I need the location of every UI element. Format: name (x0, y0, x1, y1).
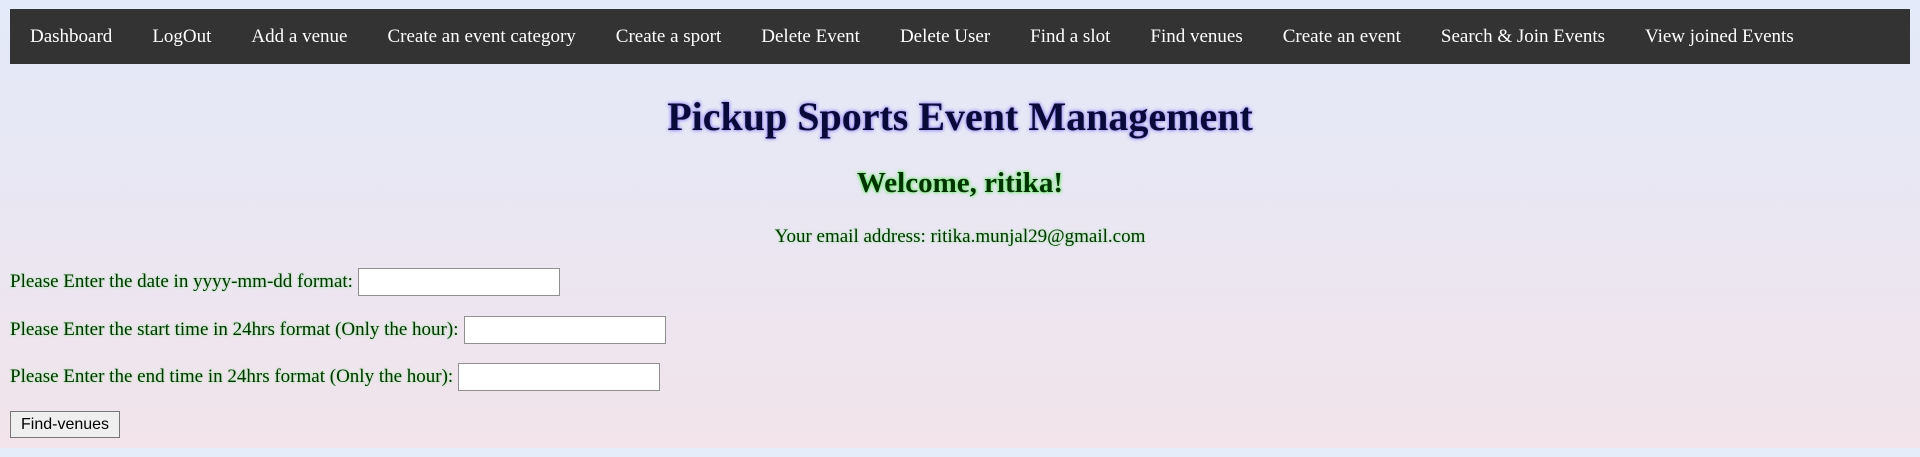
nav-search-join-events-link[interactable]: Search & Join Events (1421, 9, 1625, 64)
nav-create-sport-link[interactable]: Create a sport (596, 9, 742, 64)
date-form-row: Please Enter the date in yyyy-mm-dd form… (10, 268, 560, 296)
end-time-form-row: Please Enter the end time in 24hrs forma… (10, 363, 661, 391)
nav-dashboard-link[interactable]: Dashboard (10, 9, 132, 64)
top-navbar: Dashboard LogOut Add a venue Create an e… (10, 9, 1910, 64)
date-input[interactable] (357, 268, 560, 296)
nav-create-event-link[interactable]: Create an event (1263, 9, 1421, 64)
start-time-form-row: Please Enter the start time in 24hrs for… (10, 316, 666, 344)
end-time-label: Please Enter the end time in 24hrs forma… (10, 366, 454, 387)
page-title: Pickup Sports Event Management (667, 94, 1253, 139)
nav-add-venue-link[interactable]: Add a venue (231, 9, 367, 64)
nav-delete-user-link[interactable]: Delete User (880, 9, 1010, 64)
date-label: Please Enter the date in yyyy-mm-dd form… (10, 271, 353, 292)
nav-delete-event-link[interactable]: Delete Event (741, 9, 880, 64)
page-background: Dashboard LogOut Add a venue Create an e… (0, 0, 1920, 448)
start-time-label: Please Enter the start time in 24hrs for… (10, 319, 459, 340)
nav-view-joined-events-link[interactable]: View joined Events (1625, 9, 1814, 64)
nav-find-venues-link[interactable]: Find venues (1130, 9, 1262, 64)
email-address-text: Your email address: ritika.munjal29@gmai… (774, 226, 1146, 247)
nav-logout-link[interactable]: LogOut (132, 9, 231, 64)
find-venues-button[interactable]: Find-venues (10, 411, 121, 438)
start-time-input[interactable] (463, 316, 666, 344)
end-time-input[interactable] (458, 363, 661, 391)
welcome-heading: Welcome, ritika! (856, 167, 1064, 199)
nav-find-slot-link[interactable]: Find a slot (1010, 9, 1130, 64)
nav-create-event-category-link[interactable]: Create an event category (367, 9, 595, 64)
